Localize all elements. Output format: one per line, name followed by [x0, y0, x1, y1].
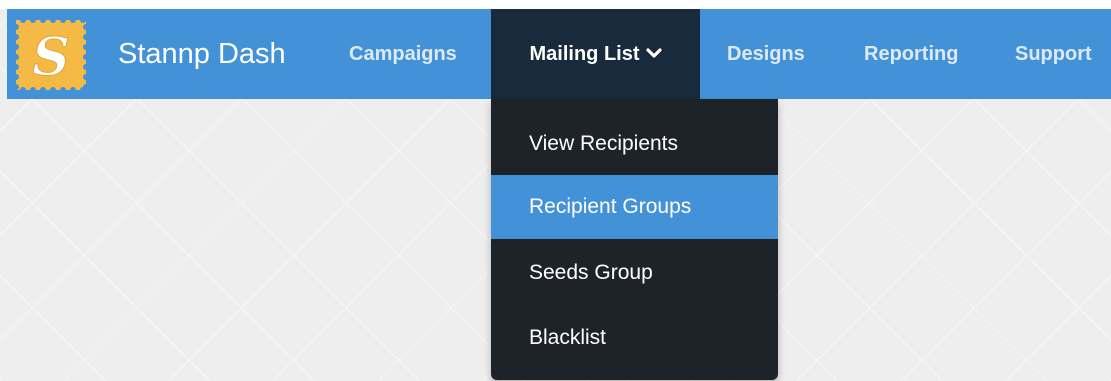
top-navbar: S Stannp Dash Campaigns Mailing List Des…	[7, 9, 1111, 99]
menu-item-label: Seeds Group	[529, 261, 653, 284]
nav-mailing-list[interactable]: Mailing List	[491, 9, 700, 99]
nav-reporting[interactable]: Reporting	[864, 9, 984, 99]
mailing-list-dropdown-menu: View Recipients Recipient Groups Seeds G…	[491, 99, 778, 380]
chevron-down-icon	[645, 47, 662, 59]
stamp-logo-icon[interactable]: S	[16, 20, 86, 90]
nav-support-label: Support	[1015, 43, 1092, 65]
nav-reporting-label: Reporting	[864, 43, 959, 65]
menu-item-recipient-groups[interactable]: Recipient Groups	[491, 175, 778, 239]
nav-designs-label: Designs	[727, 43, 805, 65]
menu-item-label: View Recipients	[529, 132, 679, 155]
logo-letter: S	[32, 27, 70, 88]
nav-designs[interactable]: Designs	[727, 9, 827, 99]
menu-item-label: Recipient Groups	[529, 195, 692, 218]
menu-item-blacklist[interactable]: Blacklist	[491, 306, 778, 370]
nav-mailing-list-label: Mailing List	[529, 43, 640, 65]
nav-support[interactable]: Support	[1015, 9, 1111, 99]
nav-campaigns[interactable]: Campaigns	[349, 9, 481, 99]
menu-item-label: Blacklist	[529, 326, 607, 349]
menu-item-view-recipients[interactable]: View Recipients	[491, 112, 778, 176]
menu-item-seeds-group[interactable]: Seeds Group	[491, 241, 778, 305]
nav-campaigns-label: Campaigns	[349, 43, 457, 65]
top-strip	[0, 0, 1111, 9]
brand-name[interactable]: Stannp Dash	[118, 9, 286, 99]
